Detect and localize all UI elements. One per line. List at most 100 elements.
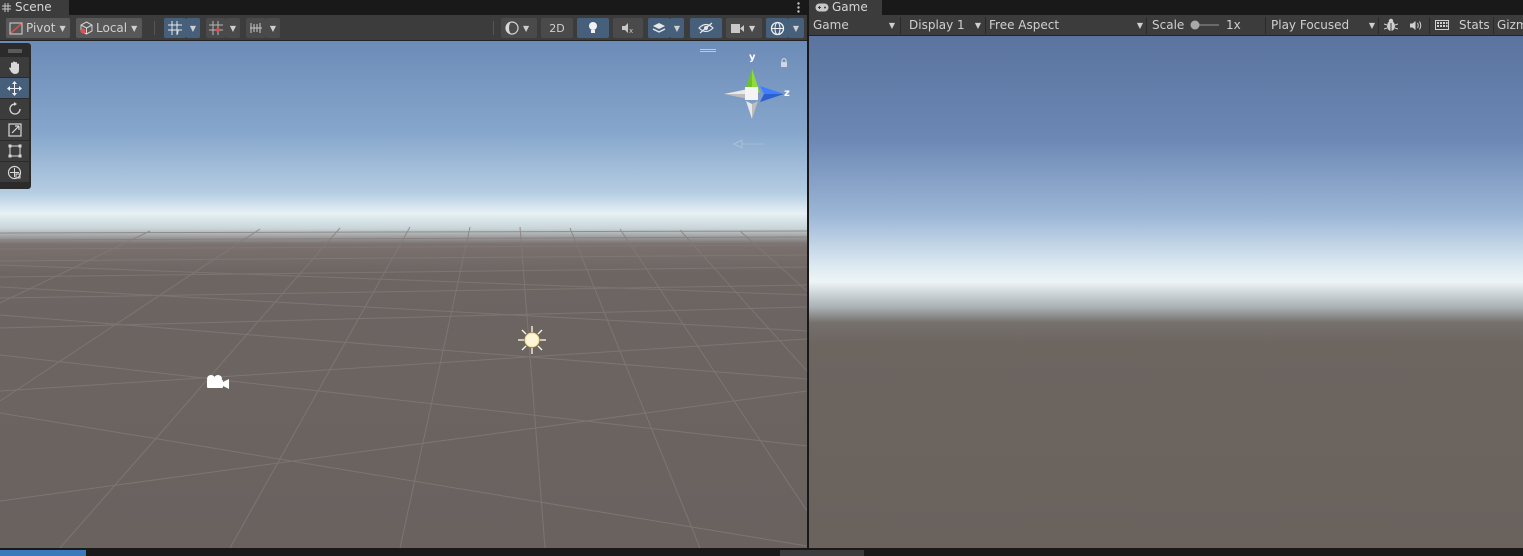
shaded-sphere-icon bbox=[505, 21, 519, 35]
move-tool-button[interactable] bbox=[0, 78, 29, 98]
scene-camera-button[interactable]: ▼ bbox=[726, 18, 762, 38]
gizmos-toggle-button[interactable]: Gizm bbox=[1497, 15, 1523, 35]
effects-dropdown[interactable]: ▼ bbox=[670, 18, 684, 38]
aspect-ratio-dropdown[interactable]: Free Aspect ▼ bbox=[989, 15, 1145, 35]
stats-button[interactable]: Stats bbox=[1459, 15, 1490, 35]
audio-muted-icon: x bbox=[621, 22, 635, 34]
local-cube-icon bbox=[79, 21, 94, 35]
speaker-icon bbox=[1409, 20, 1422, 31]
chevron-down-icon: ▼ bbox=[1368, 20, 1375, 30]
scene-orientation-gizmo[interactable]: y z bbox=[718, 49, 800, 159]
scale-label: Scale bbox=[1152, 18, 1185, 32]
hidden-eye-icon bbox=[698, 22, 714, 34]
chevron-down-icon: ▼ bbox=[974, 20, 981, 30]
game-tab[interactable]: Game bbox=[809, 0, 882, 15]
scene-panel: Scene Pivot ▼ Local ▼ Y ▼ ▼ ▼ ▼ 2D x ▼ ▼… bbox=[0, 0, 807, 548]
toolbar-separator bbox=[900, 17, 901, 34]
scale-slider[interactable] bbox=[1189, 15, 1221, 35]
scene-tab-label: Scene bbox=[15, 0, 52, 14]
gizmo-y-label: y bbox=[749, 52, 756, 63]
play-mode-label: Play Focused bbox=[1271, 18, 1350, 32]
scale-icon bbox=[7, 123, 22, 137]
bottom-dock-strip bbox=[0, 548, 1523, 556]
scene-tab[interactable]: Scene bbox=[0, 0, 69, 15]
game-toolbar: Game ▼ Display 1 ▼ Free Aspect ▼ Scale 1… bbox=[809, 15, 1523, 36]
effects-layers-icon bbox=[652, 22, 666, 35]
rotate-tool-button[interactable] bbox=[0, 99, 29, 119]
game-tab-bar: Game bbox=[809, 0, 1523, 15]
bug-icon bbox=[1384, 18, 1398, 32]
video-camera-icon bbox=[730, 23, 745, 34]
scene-toolbar: Pivot ▼ Local ▼ Y ▼ ▼ ▼ ▼ 2D x ▼ ▼ ▼ bbox=[0, 15, 807, 41]
2d-mode-button[interactable]: 2D bbox=[541, 18, 573, 38]
grid-axis-dropdown[interactable]: ▼ bbox=[186, 18, 200, 38]
local-dropdown[interactable]: Local ▼ bbox=[76, 18, 142, 38]
effects-button[interactable] bbox=[648, 18, 670, 38]
game-panel: Game Game ▼ Display 1 ▼ Free Aspect ▼ Sc… bbox=[809, 0, 1523, 548]
tools-drag-handle[interactable] bbox=[0, 46, 29, 56]
draw-mode-button[interactable]: ▼ bbox=[501, 18, 537, 38]
svg-text:x: x bbox=[629, 27, 633, 34]
chevron-down-icon: ▼ bbox=[269, 23, 277, 33]
tools-overlay bbox=[0, 43, 31, 189]
camera-gizmo-icon[interactable] bbox=[203, 372, 231, 392]
display-dropdown[interactable]: Display 1 ▼ bbox=[909, 15, 985, 35]
chevron-down-icon: ▼ bbox=[1136, 20, 1143, 30]
gizmos-dropdown[interactable]: ▼ bbox=[788, 18, 804, 38]
mute-audio-button[interactable] bbox=[1407, 15, 1423, 35]
increment-snap-dropdown[interactable]: ▼ bbox=[266, 18, 280, 38]
chevron-down-icon: ▼ bbox=[888, 20, 895, 30]
keyboard-icon bbox=[1435, 20, 1449, 30]
chevron-down-icon: ▼ bbox=[523, 23, 530, 33]
more-options-icon[interactable] bbox=[793, 0, 803, 15]
chevron-down-icon: ▼ bbox=[59, 23, 66, 33]
toolbar-separator bbox=[1429, 17, 1430, 34]
move-arrows-icon bbox=[7, 80, 22, 96]
rect-transform-icon bbox=[8, 144, 22, 158]
increment-snap-button[interactable] bbox=[246, 18, 266, 38]
chevron-down-icon: ▼ bbox=[673, 23, 681, 33]
scene-viewport[interactable]: y z bbox=[0, 41, 807, 548]
chevron-down-icon: ▼ bbox=[131, 23, 138, 33]
audio-toggle-button[interactable]: x bbox=[613, 18, 643, 38]
gizmos-button[interactable] bbox=[766, 18, 788, 38]
scale-tool-button[interactable] bbox=[0, 120, 29, 140]
directional-light-icon[interactable] bbox=[516, 324, 548, 356]
scene-visibility-button[interactable] bbox=[690, 18, 722, 38]
gamepad-icon bbox=[815, 3, 829, 12]
game-viewport[interactable] bbox=[809, 36, 1523, 548]
game-view-dropdown[interactable]: Game ▼ bbox=[813, 15, 899, 35]
bottom-dock-tab-active[interactable] bbox=[0, 550, 86, 556]
unity-editor: Scene Pivot ▼ Local ▼ Y ▼ ▼ ▼ ▼ 2D x ▼ ▼… bbox=[0, 0, 1523, 556]
lighting-toggle-button[interactable] bbox=[577, 18, 609, 38]
frame-debugger-button[interactable] bbox=[1383, 15, 1399, 35]
toolbar-separator bbox=[1378, 17, 1379, 34]
bottom-dock-tab[interactable] bbox=[780, 550, 864, 556]
display-label: Display 1 bbox=[909, 18, 965, 32]
gizmo-drag-handle[interactable] bbox=[700, 49, 716, 52]
2d-label: 2D bbox=[549, 21, 565, 35]
shortcuts-keyboard-button[interactable] bbox=[1434, 15, 1450, 35]
hand-tool-button[interactable] bbox=[0, 57, 29, 77]
rotate-icon bbox=[8, 102, 22, 116]
play-mode-dropdown[interactable]: Play Focused ▼ bbox=[1271, 15, 1375, 35]
svg-text:Y: Y bbox=[175, 29, 180, 35]
transform-icon bbox=[7, 165, 22, 180]
local-label: Local bbox=[96, 21, 128, 35]
pivot-dropdown[interactable]: Pivot ▼ bbox=[6, 18, 70, 38]
chevron-down-icon: ▼ bbox=[749, 23, 756, 33]
scene-tab-bar: Scene bbox=[0, 0, 807, 15]
rect-tool-button[interactable] bbox=[0, 141, 29, 161]
game-tab-label: Game bbox=[832, 0, 868, 14]
scene-grid-icon bbox=[2, 3, 11, 12]
grid-visibility-button[interactable]: Y bbox=[164, 18, 186, 38]
grid-snap-button[interactable] bbox=[206, 18, 226, 38]
gizmo-lock-icon[interactable] bbox=[778, 57, 790, 69]
toolbar-separator bbox=[985, 17, 986, 34]
grid-snap-dropdown[interactable]: ▼ bbox=[226, 18, 240, 38]
toolbar-separator bbox=[493, 21, 494, 35]
transform-tool-button[interactable] bbox=[0, 162, 29, 182]
pivot-label: Pivot bbox=[26, 21, 56, 35]
toolbar-separator bbox=[1265, 17, 1266, 34]
chevron-down-icon: ▼ bbox=[189, 23, 197, 33]
